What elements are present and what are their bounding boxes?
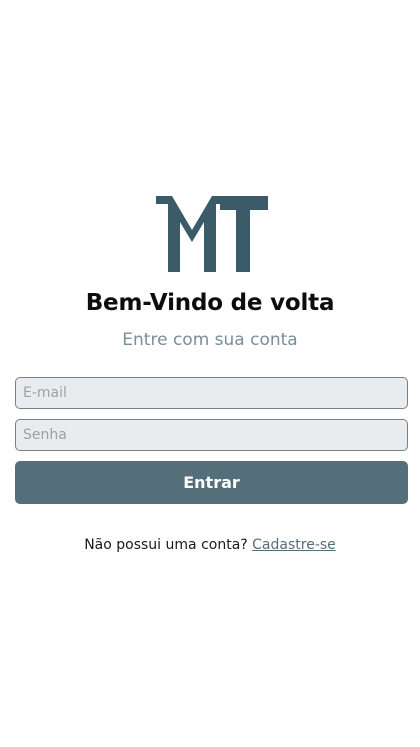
email-field[interactable] [15,377,408,409]
login-screen: Bem-Vindo de volta Entre com sua conta E… [0,0,420,747]
signup-link[interactable]: Cadastre-se [252,537,336,553]
mt-logo-icon [156,196,268,272]
password-field[interactable] [15,419,408,451]
signup-prompt: Não possui uma conta? Cadastre-se [0,537,420,553]
page-subtitle: Entre com sua conta [122,330,298,350]
page-title: Bem-Vindo de volta [85,290,335,316]
signup-prompt-text: Não possui uma conta? [84,537,248,553]
login-button[interactable]: Entrar [15,461,408,504]
